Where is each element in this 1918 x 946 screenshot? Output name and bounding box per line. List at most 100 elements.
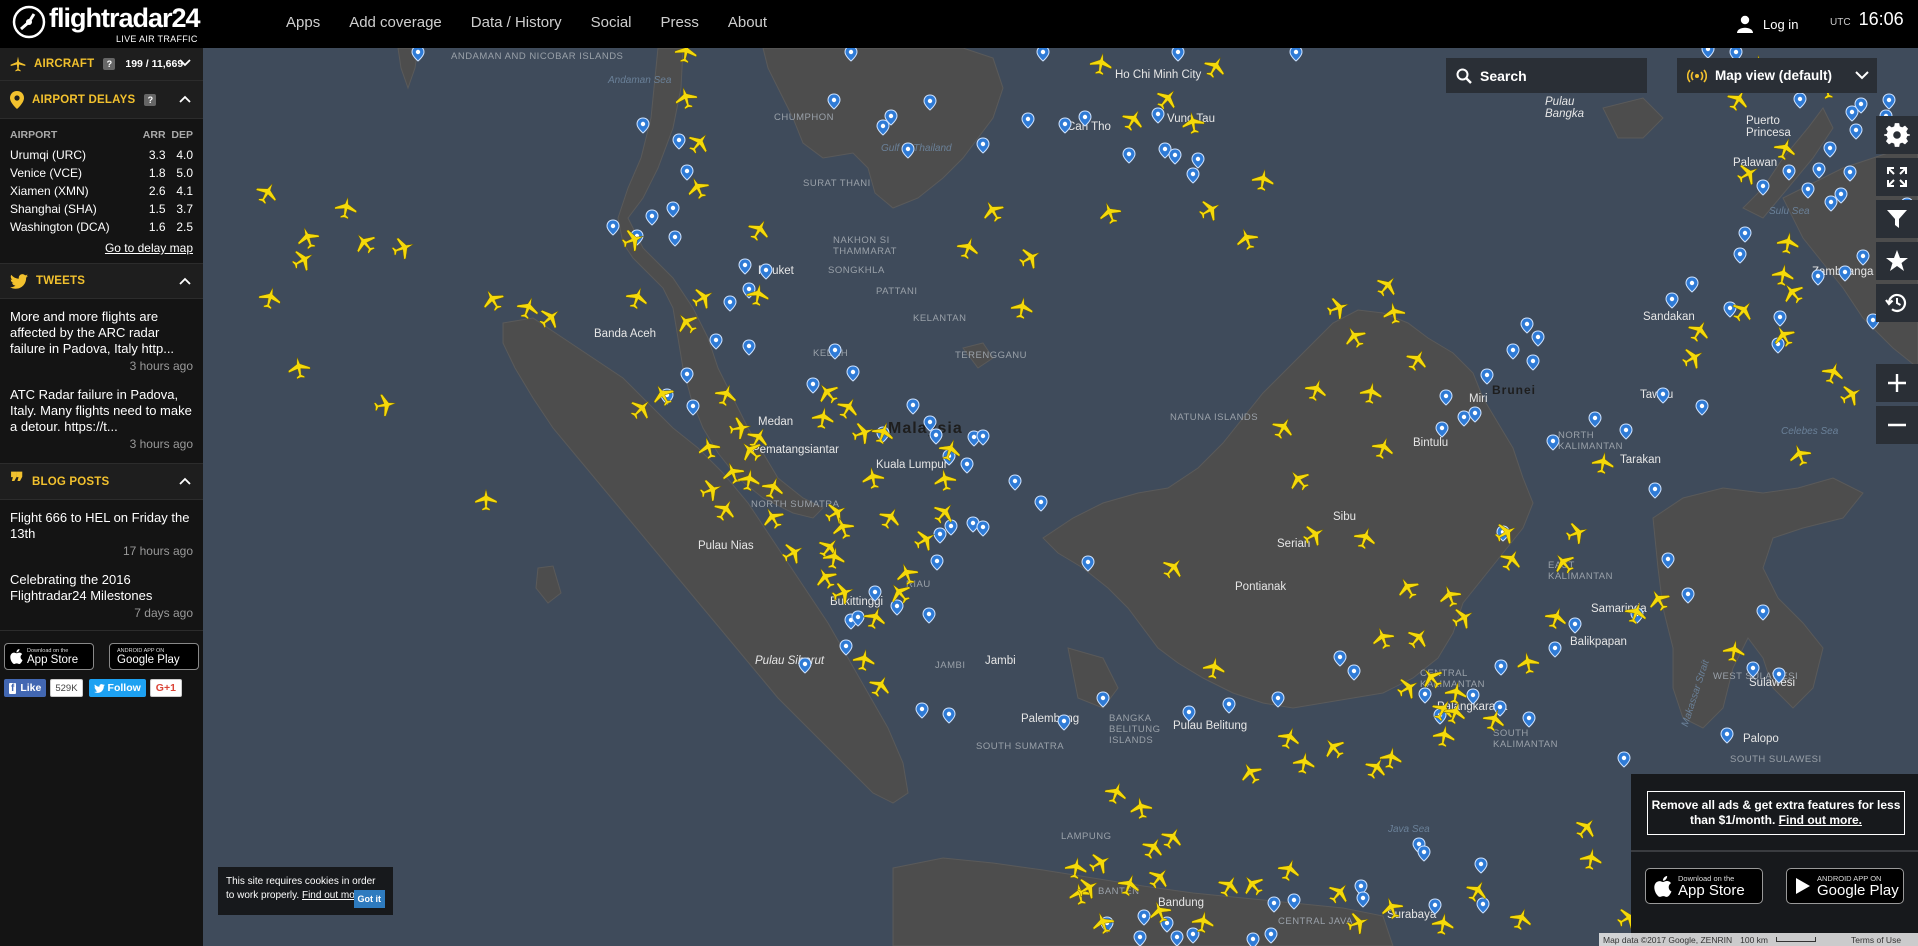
aircraft-icon[interactable]	[1770, 262, 1795, 287]
airport-pin-icon[interactable]	[1520, 317, 1534, 334]
map-view-dropdown[interactable]: Map view (default)	[1677, 58, 1877, 93]
airport-pin-icon[interactable]	[1191, 152, 1205, 169]
aircraft-icon[interactable]	[1351, 524, 1379, 552]
settings-button[interactable]	[1876, 116, 1918, 154]
nav-apps[interactable]: Apps	[286, 0, 320, 48]
aircraft-icon[interactable]	[286, 355, 311, 380]
aircraft-icon[interactable]	[758, 503, 788, 533]
nav-add-coverage[interactable]: Add coverage	[349, 0, 442, 48]
aircraft-icon[interactable]	[851, 647, 876, 672]
airport-pin-icon[interactable]	[1457, 410, 1471, 427]
airport-pin-icon[interactable]	[1656, 387, 1670, 404]
airport-pin-icon[interactable]	[923, 94, 937, 111]
airport-pin-icon[interactable]	[672, 133, 686, 150]
aircraft-icon[interactable]	[1590, 450, 1615, 475]
airport-pin-icon[interactable]	[723, 295, 737, 312]
promo-link[interactable]: Find out more.	[1779, 813, 1862, 827]
aircraft-icon[interactable]	[1644, 585, 1674, 615]
airport-pin-icon[interactable]	[901, 142, 915, 159]
aircraft-icon[interactable]	[688, 283, 718, 313]
airport-pin-icon[interactable]	[876, 119, 890, 136]
aircraft-icon[interactable]	[1275, 856, 1303, 884]
aircraft-icon[interactable]	[389, 234, 417, 262]
aircraft-icon[interactable]	[849, 419, 877, 447]
aircraft-icon[interactable]	[759, 474, 787, 502]
airport-pin-icon[interactable]	[1588, 411, 1602, 428]
airport-pin-icon[interactable]	[1856, 249, 1870, 266]
aircraft-icon[interactable]	[673, 48, 698, 64]
airport-pin-icon[interactable]	[922, 607, 936, 624]
aircraft-icon[interactable]	[696, 435, 723, 461]
aircraft-icon[interactable]	[474, 488, 498, 511]
google-plus-button[interactable]: G+1	[149, 679, 182, 697]
airport-pin-icon[interactable]	[1801, 182, 1815, 199]
nav-social[interactable]: Social	[591, 0, 632, 48]
airport-pin-icon[interactable]	[890, 599, 904, 616]
airport-pin-icon[interactable]	[1720, 727, 1734, 744]
aircraft-icon[interactable]	[1622, 599, 1650, 627]
chevron-up-icon[interactable]	[179, 276, 191, 286]
aircraft-icon[interactable]	[1102, 779, 1130, 807]
airport-pin-icon[interactable]	[738, 258, 752, 275]
favourites-button[interactable]	[1876, 242, 1918, 280]
airport-pin-icon[interactable]	[1058, 117, 1072, 134]
aircraft-icon[interactable]	[710, 495, 740, 525]
airport-pin-icon[interactable]	[976, 429, 990, 446]
aircraft-icon[interactable]	[1299, 520, 1329, 550]
airport-pin-icon[interactable]	[1466, 688, 1480, 705]
blog-item[interactable]: Flight 666 to HEL on Friday the 13th 17 …	[0, 500, 203, 562]
aircraft-icon[interactable]	[619, 226, 647, 254]
airport-pin-icon[interactable]	[1476, 897, 1490, 914]
chevron-up-icon[interactable]	[179, 476, 191, 486]
aircraft-icon[interactable]	[829, 579, 857, 607]
airport-pin-icon[interactable]	[806, 377, 820, 394]
app-store-button[interactable]: Download on the App Store	[4, 643, 94, 670]
aircraft-help-icon[interactable]: ?	[103, 58, 116, 70]
aircraft-icon[interactable]	[821, 498, 851, 528]
airport-pin-icon[interactable]	[930, 554, 944, 571]
search-box[interactable]	[1446, 58, 1647, 93]
airport-pin-icon[interactable]	[1271, 691, 1285, 708]
chevron-down-icon[interactable]	[179, 58, 191, 68]
aircraft-icon[interactable]	[1378, 894, 1406, 922]
filter-button[interactable]	[1876, 200, 1918, 238]
airport-pin-icon[interactable]	[1468, 406, 1482, 423]
promo-google-play-button[interactable]: ANDROID APP ON Google Play	[1786, 868, 1904, 904]
delay-map-link[interactable]: Go to delay map	[10, 241, 193, 255]
airport-pin-icon[interactable]	[1756, 179, 1770, 196]
chevron-up-icon[interactable]	[179, 94, 191, 104]
airport-pin-icon[interactable]	[1428, 898, 1442, 915]
airport-pin-icon[interactable]	[960, 457, 974, 474]
aircraft-icon[interactable]	[893, 560, 921, 588]
aircraft-icon[interactable]	[623, 284, 651, 312]
aircraft-icon[interactable]	[1128, 795, 1153, 820]
aircraft-icon[interactable]	[1158, 553, 1189, 584]
airport-pin-icon[interactable]	[1522, 711, 1536, 728]
airport-pin-icon[interactable]	[1619, 423, 1633, 440]
airport-pin-icon[interactable]	[1793, 92, 1807, 109]
blog-item[interactable]: Celebrating the 2016 Flightradar24 Miles…	[0, 562, 203, 631]
airport-pin-icon[interactable]	[1480, 368, 1494, 385]
cookie-got-it-button[interactable]: Got it	[353, 890, 385, 908]
aircraft-icon[interactable]	[978, 196, 1008, 226]
aircraft-icon[interactable]	[1144, 863, 1175, 894]
airport-pin-icon[interactable]	[1849, 123, 1863, 140]
airport-pin-icon[interactable]	[1418, 687, 1432, 704]
aircraft-icon[interactable]	[1403, 623, 1434, 654]
aircraft-icon[interactable]	[373, 392, 398, 417]
airport-pin-icon[interactable]	[668, 230, 682, 247]
airport-pin-icon[interactable]	[1474, 857, 1488, 874]
airport-pin-icon[interactable]	[906, 398, 920, 415]
nav-data-history[interactable]: Data / History	[471, 0, 562, 48]
airport-pin-icon[interactable]	[868, 585, 882, 602]
airport-pin-icon[interactable]	[1546, 434, 1560, 451]
search-input[interactable]	[1480, 67, 1630, 84]
aircraft-icon[interactable]	[1507, 905, 1535, 933]
airport-pin-icon[interactable]	[1756, 604, 1770, 621]
tweet-item[interactable]: ATC Radar failure in Padova, Italy. Many…	[0, 377, 203, 463]
aircraft-icon[interactable]	[1443, 680, 1468, 705]
aircraft-icon[interactable]	[1430, 911, 1455, 936]
airport-pin-icon[interactable]	[1526, 354, 1540, 371]
table-row[interactable]: Venice (VCE) 1.8 5.0	[10, 164, 193, 182]
aircraft-section-header[interactable]: AIRCRAFT ? 199 / 11,669	[0, 48, 203, 81]
